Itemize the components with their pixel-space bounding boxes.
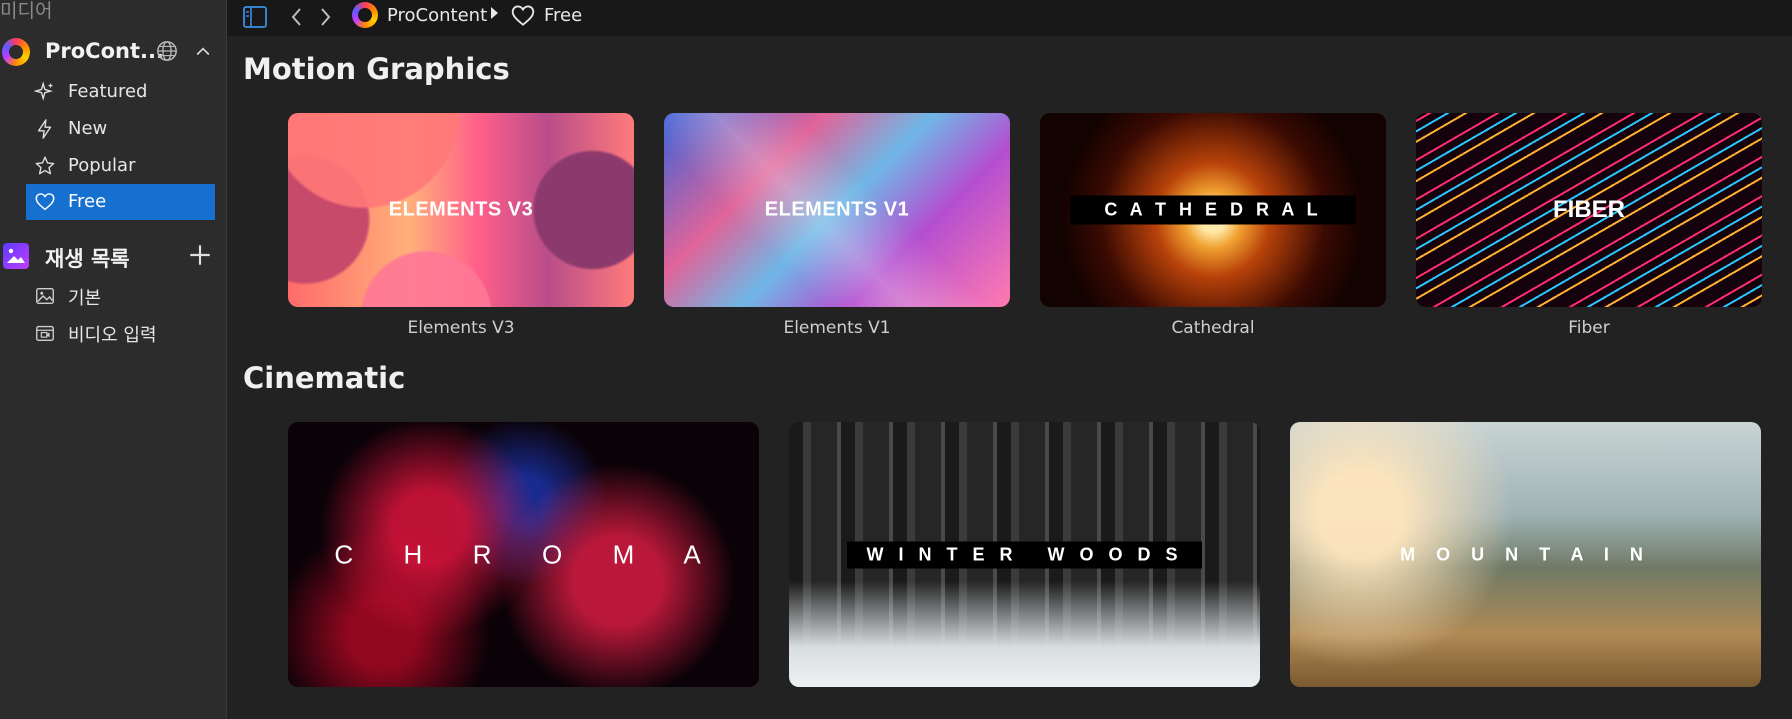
card-overlay-text: M O U N T A I N	[1400, 544, 1651, 564]
sparkle-icon	[34, 81, 54, 101]
back-arrow-icon[interactable]	[283, 3, 311, 31]
card-elements-v3[interactable]: ELEMENTS V3	[288, 113, 634, 307]
card-overlay-text: W I N T E R W O O D S	[847, 541, 1202, 568]
star-icon	[35, 156, 55, 175]
sidebar-item-popular[interactable]: Popular	[26, 148, 215, 184]
globe-icon[interactable]	[156, 40, 178, 62]
image-icon	[36, 287, 54, 305]
procontent-logo-icon	[352, 2, 378, 28]
sidebar-item-new[interactable]: New	[26, 111, 215, 147]
breadcrumb-caret-icon	[491, 7, 498, 19]
heart-icon	[511, 5, 535, 26]
video-input-icon	[36, 325, 54, 342]
sidebar-toggle-icon[interactable]	[241, 3, 269, 31]
card-fiber[interactable]: FIBER	[1416, 113, 1762, 307]
card-caption: Cathedral	[1171, 318, 1255, 338]
playlist-title: 재생 목록	[45, 247, 130, 271]
card-winter-woods[interactable]: W I N T E R W O O D S	[789, 422, 1260, 687]
breadcrumb-current: Free	[544, 5, 583, 26]
sidebar-item-label: Featured	[68, 81, 148, 102]
playlist-item-video-input[interactable]: 비디오 입력	[26, 315, 215, 349]
playlist-item-label: 비디오 입력	[68, 325, 157, 346]
heart-icon	[35, 193, 55, 211]
card-caption: Elements V1	[783, 318, 891, 338]
card-overlay-text: C A T H E D R A L	[1070, 195, 1356, 225]
playlist-icon	[3, 243, 29, 269]
sidebar: 미디어 ProCont... Featured New Popular Free…	[0, 0, 227, 719]
source-procontent[interactable]: ProCont...	[0, 34, 227, 70]
card-overlay-text: ELEMENTS V1	[764, 198, 910, 221]
card-overlay-text: C H R O M A	[334, 539, 713, 569]
chevron-up-icon[interactable]	[193, 42, 213, 62]
section-title-motion-graphics: Motion Graphics	[243, 52, 510, 86]
card-caption: Fiber	[1568, 318, 1610, 338]
sidebar-item-label: New	[68, 118, 108, 139]
sidebar-item-free[interactable]: Free	[26, 184, 215, 220]
procontent-logo-icon	[2, 38, 30, 66]
breadcrumb-root[interactable]: ProContent	[387, 5, 487, 26]
card-overlay-text: FIBER	[1553, 196, 1625, 223]
playlist-item-basic[interactable]: 기본	[26, 278, 215, 312]
card-cathedral[interactable]: C A T H E D R A L	[1040, 113, 1386, 307]
card-elements-v1[interactable]: ELEMENTS V1	[664, 113, 1010, 307]
playlist-item-label: 기본	[68, 288, 102, 309]
source-title: ProCont...	[45, 39, 164, 63]
card-overlay-text: ELEMENTS V3	[388, 198, 534, 221]
card-mountain[interactable]: M O U N T A I N	[1290, 422, 1761, 687]
add-playlist-button[interactable]	[187, 242, 213, 268]
playlist-section[interactable]: 재생 목록	[0, 238, 227, 274]
section-title-cinematic: Cinematic	[243, 361, 406, 395]
bolt-icon	[37, 119, 52, 139]
card-caption: Elements V3	[407, 318, 515, 338]
card-chroma[interactable]: C H R O M A	[288, 422, 759, 687]
forward-arrow-icon[interactable]	[311, 3, 339, 31]
top-bar: ProContent Free	[227, 0, 1792, 36]
sidebar-item-label: Popular	[68, 155, 136, 176]
sidebar-item-label: Free	[68, 191, 107, 212]
sidebar-header: 미디어	[0, 0, 53, 22]
sidebar-item-featured[interactable]: Featured	[26, 74, 215, 110]
